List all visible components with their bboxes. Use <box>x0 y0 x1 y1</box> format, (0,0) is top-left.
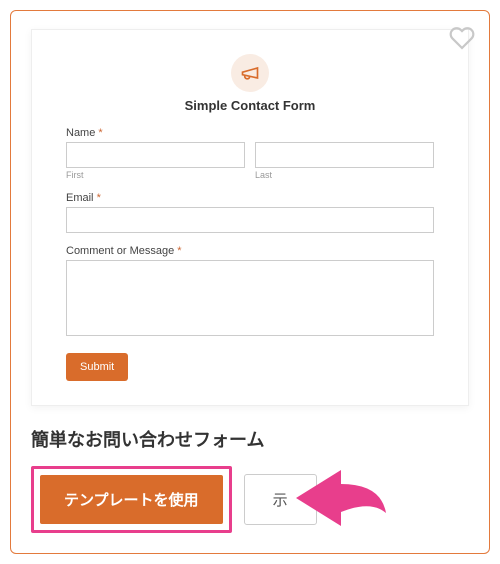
secondary-button[interactable]: 示 <box>244 474 317 525</box>
preview-title: Simple Contact Form <box>66 98 434 113</box>
comment-textarea[interactable] <box>66 260 434 336</box>
preview-header: Simple Contact Form <box>66 54 434 113</box>
comment-label: Comment or Message * <box>66 245 434 257</box>
last-sublabel: Last <box>255 170 434 180</box>
card-title: 簡単なお問い合わせフォーム <box>31 426 469 452</box>
required-mark: * <box>97 192 101 204</box>
required-mark: * <box>98 127 102 139</box>
first-name-input[interactable] <box>66 142 245 168</box>
first-sublabel: First <box>66 170 245 180</box>
email-label: Email * <box>66 192 434 204</box>
comment-label-text: Comment or Message <box>66 245 174 257</box>
email-input[interactable] <box>66 207 434 233</box>
favorite-icon[interactable] <box>449 25 475 56</box>
email-field-group: Email * <box>66 192 434 233</box>
last-name-input[interactable] <box>255 142 434 168</box>
name-label: Name * <box>66 127 434 139</box>
submit-button[interactable]: Submit <box>66 353 128 381</box>
form-preview-panel: Simple Contact Form Name * First Last Em… <box>31 29 469 406</box>
name-label-text: Name <box>66 127 95 139</box>
template-card: Simple Contact Form Name * First Last Em… <box>10 10 490 554</box>
email-label-text: Email <box>66 192 94 204</box>
required-mark: * <box>177 245 181 257</box>
use-template-button[interactable]: テンプレートを使用 <box>40 475 223 524</box>
name-field-group: Name * First Last <box>66 127 434 180</box>
megaphone-icon <box>231 54 269 92</box>
comment-field-group: Comment or Message * <box>66 245 434 341</box>
